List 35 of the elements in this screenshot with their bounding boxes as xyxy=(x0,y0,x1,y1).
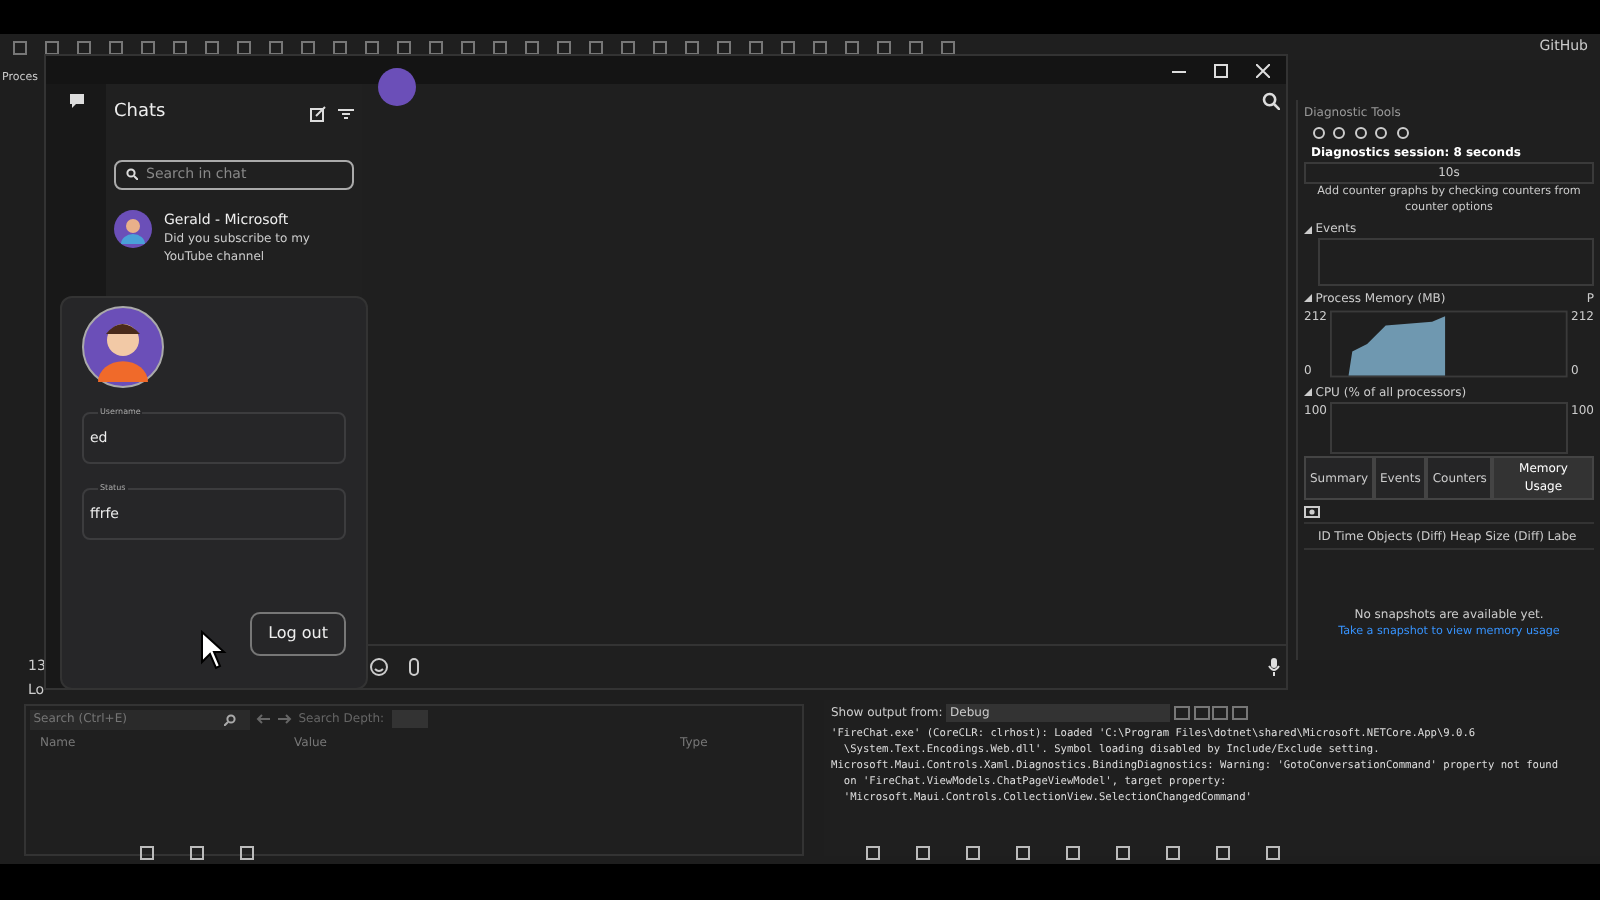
toolbar-icon[interactable] xyxy=(1216,846,1230,860)
toolbar-icon[interactable] xyxy=(240,846,254,860)
search-icon xyxy=(223,713,236,726)
logout-button[interactable]: Log out xyxy=(250,612,346,656)
chat-icon[interactable] xyxy=(67,91,85,109)
cursor-icon xyxy=(200,630,228,670)
toolbar-icon[interactable] xyxy=(1116,846,1130,860)
edit-icon[interactable] xyxy=(310,105,326,122)
expand-icon xyxy=(1304,294,1312,303)
toolbar-icon[interactable] xyxy=(1066,846,1080,860)
toolbar-icon[interactable] xyxy=(1166,846,1180,860)
close-icon[interactable] xyxy=(1256,63,1270,77)
microphone-icon[interactable] xyxy=(1267,658,1279,676)
filter-icon[interactable] xyxy=(338,105,354,122)
search-icon[interactable] xyxy=(1261,91,1279,109)
attachment-icon[interactable] xyxy=(408,658,420,676)
toolbar-icon[interactable] xyxy=(190,846,204,860)
toolbar-icon[interactable] xyxy=(140,846,154,860)
toolbar-icon[interactable] xyxy=(916,846,930,860)
forward-arrow-icon[interactable] xyxy=(277,714,292,725)
toolbar-icon[interactable] xyxy=(1266,846,1280,860)
profile-avatar[interactable] xyxy=(378,68,416,106)
back-arrow-icon[interactable] xyxy=(256,714,271,725)
maximize-icon[interactable] xyxy=(1214,63,1228,77)
panel-title: Chats xyxy=(114,100,166,126)
expand-icon xyxy=(1304,225,1312,234)
expand-icon xyxy=(1304,388,1312,397)
toolbar-icon[interactable] xyxy=(866,846,880,860)
avatar-icon xyxy=(82,306,164,388)
toolbar-icon[interactable] xyxy=(1016,846,1030,860)
toolbar-icon[interactable] xyxy=(966,846,980,860)
search-icon xyxy=(126,168,138,180)
avatar-icon xyxy=(114,209,152,247)
camera-icon[interactable] xyxy=(1304,504,1320,519)
emoji-icon[interactable] xyxy=(369,658,387,676)
